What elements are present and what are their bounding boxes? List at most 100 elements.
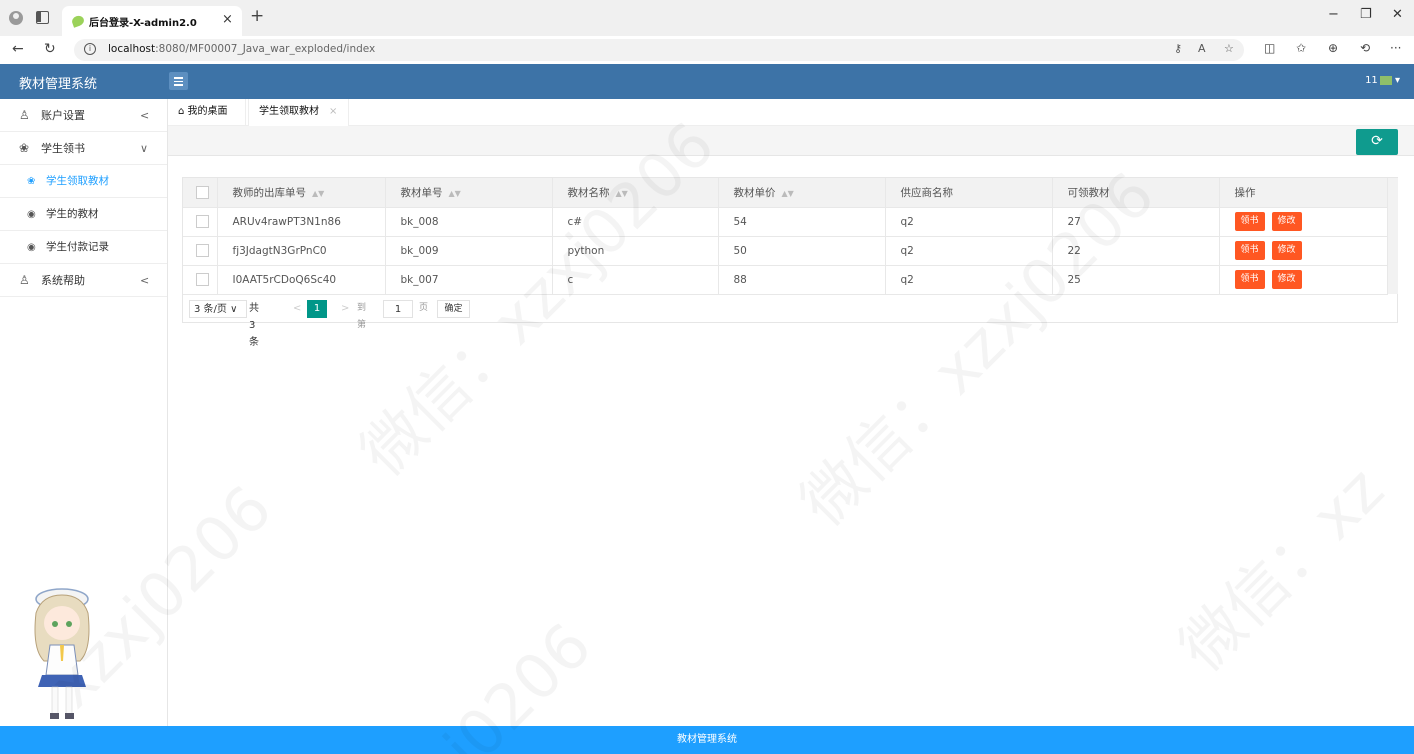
url-field[interactable]: i localhost:8080/MF00007_Java_war_explod… (74, 39, 1244, 61)
goto-label: 到第 (357, 303, 367, 330)
column-header-outbound-no[interactable]: 教师的出库单号 ▲▼ (217, 178, 386, 208)
app-logo: 教材管理系统 (19, 77, 98, 92)
cell-actions: 领书 修改 (1219, 265, 1388, 295)
sidebar-item-system-help[interactable]: ♙ 系统帮助 < (0, 264, 167, 297)
key-icon[interactable]: ⚷ (1174, 42, 1182, 55)
row-checkbox[interactable] (196, 215, 209, 228)
split-screen-icon[interactable]: ◫ (1264, 41, 1275, 55)
cell-textbook-name: c# (552, 207, 719, 237)
tab-close-icon[interactable]: × (329, 99, 337, 125)
minimize-button[interactable]: − (1328, 7, 1339, 22)
column-header-unit-price[interactable]: 教材单价 ▲▼ (718, 178, 886, 208)
circle-icon: ◉ (27, 209, 36, 220)
close-window-button[interactable]: ✕ (1392, 7, 1403, 22)
sort-icon[interactable]: ▲▼ (449, 189, 461, 198)
more-icon[interactable]: ··· (1390, 41, 1401, 55)
app-footer: 教材管理系统 (0, 726, 1414, 754)
user-menu[interactable]: 11 ▾ (1365, 75, 1400, 86)
table-scroll-gutter (1387, 178, 1398, 294)
sort-icon[interactable]: ▲▼ (782, 189, 794, 198)
edit-button[interactable]: 修改 (1271, 270, 1302, 289)
cell-textbook-no: bk_007 (385, 265, 553, 295)
mascot-image (34, 588, 90, 719)
row-checkbox[interactable] (196, 244, 209, 257)
cell-available: 27 (1052, 207, 1220, 237)
user-icon: ♙ (19, 273, 30, 287)
watermark: 微信：xz (1156, 443, 1400, 687)
sidebar-subitem-receive-textbooks[interactable]: ❀ 学生领取教材 (0, 165, 167, 198)
column-header-available: 可领教材 (1052, 178, 1220, 208)
tab-my-desktop[interactable]: ⌂ 我的桌面 (168, 99, 246, 126)
refresh-icon: ⟳ (1371, 133, 1383, 149)
address-bar-row: ← ↻ i localhost:8080/MF00007_Java_war_ex… (0, 36, 1414, 64)
profile-icon[interactable] (9, 11, 23, 25)
receive-book-button[interactable]: 领书 (1234, 241, 1265, 260)
edit-button[interactable]: 修改 (1271, 241, 1302, 260)
sort-icon[interactable]: ▲▼ (312, 189, 324, 198)
sidebar-item-label: 系统帮助 (41, 274, 85, 287)
column-header-textbook-no[interactable]: 教材单号 ▲▼ (385, 178, 553, 208)
current-page-button[interactable]: 1 (307, 300, 327, 318)
cell-unit-price: 54 (718, 207, 886, 237)
cell-actions: 领书 修改 (1219, 236, 1388, 266)
tab-actions-icon[interactable] (36, 11, 49, 24)
page-number-input[interactable]: 1 (383, 300, 413, 318)
row-checkbox[interactable] (196, 273, 209, 286)
row-checkbox-cell[interactable] (183, 207, 218, 237)
refresh-button[interactable]: ⟳ (1356, 129, 1398, 155)
column-header-actions: 操作 (1219, 178, 1388, 208)
cell-textbook-no: bk_009 (385, 236, 553, 266)
sidebar-item-label: 学生的教材 (46, 208, 99, 220)
cell-textbook-name: python (552, 236, 719, 266)
collections-icon[interactable]: ⊕ (1328, 41, 1338, 55)
sort-icon[interactable]: ▲▼ (616, 189, 628, 198)
select-all-checkbox[interactable] (196, 185, 209, 199)
tab-label: 我的桌面 (187, 106, 228, 117)
sidebar: ♙ 账户设置 < ❀ 学生领书 ∨ ❀ 学生领取教材 ◉ 学生的教材 ◉ 学生付… (0, 99, 168, 726)
site-info-icon[interactable]: i (84, 43, 96, 55)
chevron-left-icon: < (140, 274, 150, 287)
row-checkbox-cell[interactable] (183, 265, 218, 295)
next-page-button[interactable]: > (341, 300, 349, 318)
select-all-checkbox-cell[interactable] (183, 178, 218, 208)
receive-book-button[interactable]: 领书 (1234, 212, 1265, 231)
history-icon[interactable]: ⟲ (1360, 41, 1370, 55)
reload-button[interactable]: ↻ (44, 41, 56, 57)
total-count: 共 3 条 (249, 303, 259, 348)
restore-button[interactable]: ❐ (1360, 7, 1372, 22)
table-row: ARUv4rawPT3N1n86 bk_008 c# 54 q2 27 领书 修改 (183, 207, 1388, 237)
menu-toggle-icon[interactable] (169, 72, 188, 90)
sidebar-subitem-payment-records[interactable]: ◉ 学生付款记录 (0, 231, 167, 264)
tab-close-icon[interactable]: × (222, 12, 233, 27)
prev-page-button[interactable]: < (293, 300, 301, 318)
column-header-textbook-name[interactable]: 教材名称 ▲▼ (552, 178, 719, 208)
cell-available: 25 (1052, 265, 1220, 295)
sidebar-item-label: 学生领取教材 (46, 175, 109, 187)
sidebar-item-student-books[interactable]: ❀ 学生领书 ∨ (0, 132, 167, 165)
cell-supplier: q2 (885, 236, 1053, 266)
new-tab-button[interactable]: + (250, 6, 264, 26)
favicon-icon (70, 14, 86, 28)
favorite-icon[interactable]: ☆ (1224, 42, 1234, 55)
row-checkbox-cell[interactable] (183, 236, 218, 266)
table-card: 教师的出库单号 ▲▼ 教材单号 ▲▼ 教材名称 ▲▼ 教材单价 ▲▼ 供应商名称 可领教… (182, 177, 1398, 348)
cell-textbook-name: c (552, 265, 719, 295)
back-button[interactable]: ← (12, 41, 24, 57)
tab-receive-textbooks[interactable]: 学生领取教材 × (248, 99, 349, 126)
confirm-page-button[interactable]: 确定 (437, 300, 470, 318)
edit-button[interactable]: 修改 (1271, 212, 1302, 231)
circle-icon: ◉ (27, 242, 36, 253)
sidebar-item-account-settings[interactable]: ♙ 账户设置 < (0, 99, 167, 132)
read-aloud-icon[interactable]: A (1198, 42, 1206, 55)
app-header: 教材管理系统 11 ▾ (0, 64, 1414, 99)
favorites-icon[interactable]: ✩ (1296, 41, 1306, 55)
page-size-select[interactable]: 3 条/页 ∨ (189, 300, 247, 318)
cell-unit-price: 88 (718, 265, 886, 295)
chevron-left-icon: < (140, 109, 150, 122)
sidebar-subitem-student-textbooks[interactable]: ◉ 学生的教材 (0, 198, 167, 231)
cell-outbound-no: I0AAT5rCDoQ6Sc40 (217, 265, 386, 295)
receive-book-button[interactable]: 领书 (1234, 270, 1265, 289)
browser-tab[interactable]: 后台登录-X-admin2.0 × (62, 6, 242, 36)
table-header-row: 教师的出库单号 ▲▼ 教材单号 ▲▼ 教材名称 ▲▼ 教材单价 ▲▼ 供应商名称 可领教… (183, 178, 1388, 208)
user-avatar-icon (1379, 75, 1392, 85)
